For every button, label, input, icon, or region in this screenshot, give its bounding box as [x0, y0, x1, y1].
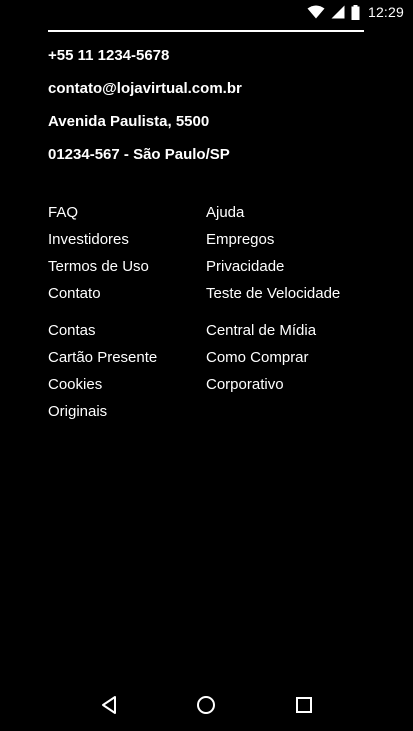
home-button[interactable]	[182, 683, 230, 731]
footer-link-cartao-presente[interactable]: Cartão Presente	[48, 348, 206, 375]
navigation-bar	[0, 683, 413, 731]
cell-signal-icon	[331, 5, 345, 19]
status-time: 12:29	[367, 4, 404, 20]
back-icon	[100, 695, 118, 720]
footer-link-empregos[interactable]: Empregos	[206, 230, 378, 257]
footer-link-corporativo[interactable]: Corporativo	[206, 375, 378, 402]
footer-link-privacidade[interactable]: Privacidade	[206, 257, 378, 284]
footer-link-contas[interactable]: Contas	[48, 321, 206, 348]
home-icon	[196, 695, 216, 720]
contact-phone: +55 11 1234-5678	[48, 47, 170, 64]
footer-link-faq[interactable]: FAQ	[48, 203, 206, 230]
footer-link-ajuda[interactable]: Ajuda	[206, 203, 378, 230]
wifi-icon	[307, 5, 325, 19]
recents-button[interactable]	[280, 683, 328, 731]
footer-divider	[48, 30, 364, 32]
contact-info: +55 11 1234-5678 contato@lojavirtual.com…	[48, 46, 378, 178]
contact-zip-city: 01234-567 - São Paulo/SP	[48, 146, 230, 163]
recents-icon	[295, 696, 313, 719]
footer-link-contato[interactable]: Contato	[48, 284, 206, 311]
footer-link-cookies[interactable]: Cookies	[48, 375, 206, 402]
back-button[interactable]	[85, 683, 133, 731]
footer-link-como-comprar[interactable]: Como Comprar	[206, 348, 378, 375]
footer-link-central-de-midia[interactable]: Central de Mídia	[206, 321, 378, 348]
footer-links-group-2: Contas Central de Mídia Cartão Presente …	[48, 321, 378, 429]
footer-links-group-1: FAQ Ajuda Investidores Empregos Termos d…	[48, 203, 378, 311]
contact-email: contato@lojavirtual.com.br	[48, 80, 242, 97]
status-bar: 12:29	[0, 0, 413, 24]
contact-address: Avenida Paulista, 5500	[48, 113, 210, 130]
footer-link-teste-de-velocidade[interactable]: Teste de Velocidade	[206, 284, 378, 311]
footer-link-investidores[interactable]: Investidores	[48, 230, 206, 257]
battery-icon	[351, 4, 360, 20]
footer-link-originais[interactable]: Originais	[48, 402, 206, 429]
footer-link-termos-de-uso[interactable]: Termos de Uso	[48, 257, 206, 284]
footer-links: FAQ Ajuda Investidores Empregos Termos d…	[48, 203, 378, 429]
